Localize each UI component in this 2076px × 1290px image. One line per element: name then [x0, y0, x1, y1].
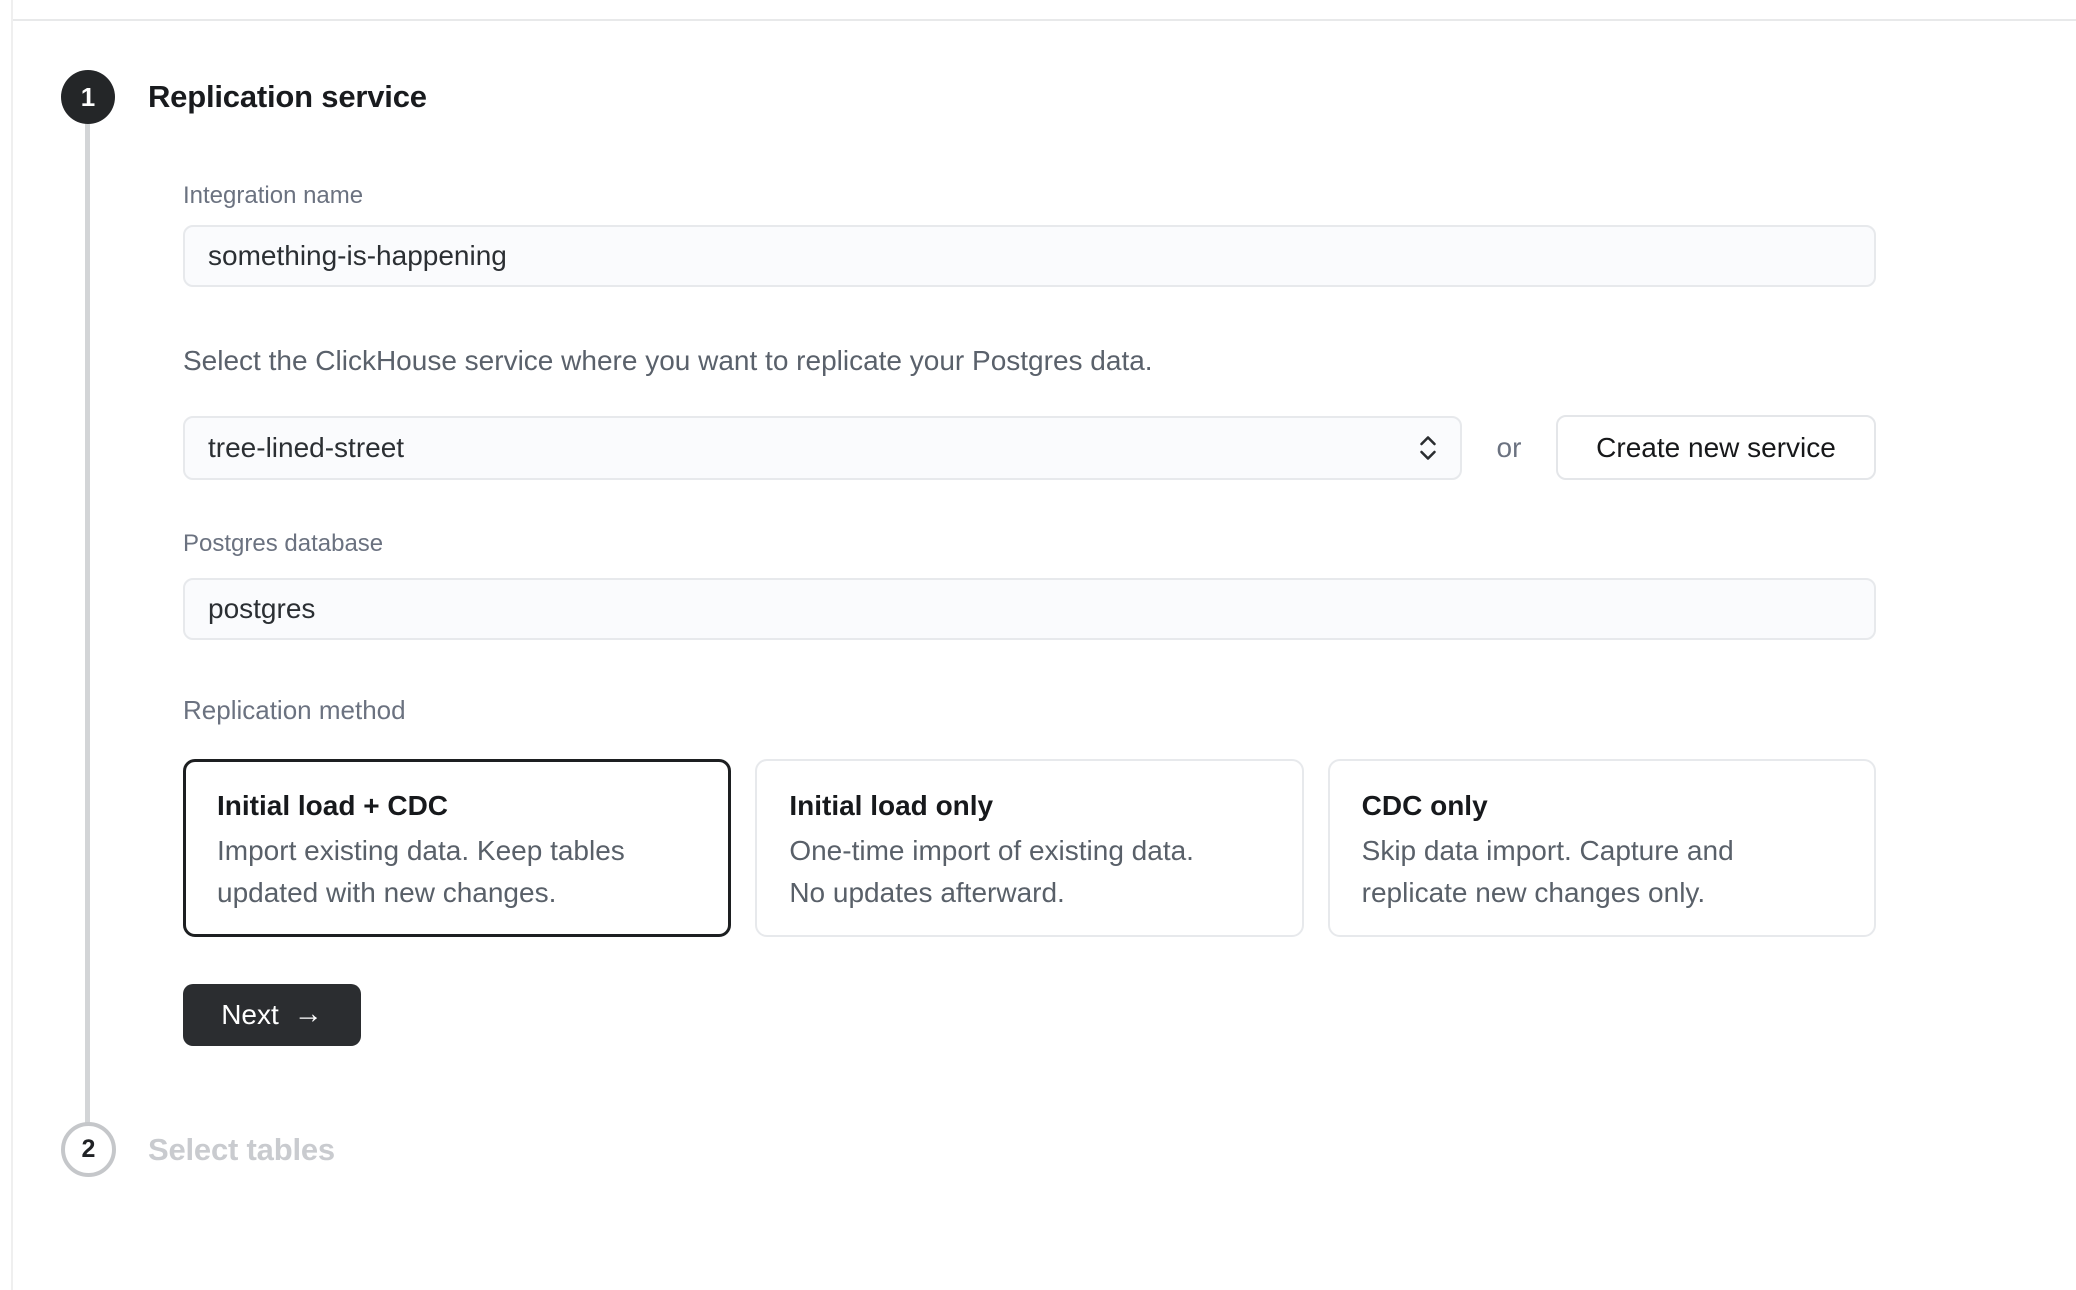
method-card-description: One-time import of existing data. No upd… — [789, 830, 1271, 914]
service-select-value: tree-lined-street — [208, 432, 404, 464]
method-card-initial-load-only[interactable]: Initial load only One-time import of exi… — [755, 759, 1303, 937]
panel-left-border — [11, 0, 13, 1290]
next-button-label: Next — [221, 999, 279, 1031]
or-label: or — [1462, 432, 1556, 464]
method-card-description: Import existing data. Keep tables update… — [217, 830, 699, 914]
step-1-title: Replication service — [148, 70, 427, 124]
step-1-indicator: 1 — [61, 70, 115, 124]
replication-service-form: Integration name Select the ClickHouse s… — [183, 181, 1876, 1046]
step-1-number: 1 — [81, 82, 95, 113]
create-new-service-button[interactable]: Create new service — [1556, 415, 1876, 480]
step-2-indicator: 2 — [61, 1122, 116, 1177]
arrow-right-icon: → — [294, 1000, 323, 1029]
replication-method-options: Initial load + CDC Import existing data.… — [183, 759, 1876, 937]
postgres-database-input[interactable] — [183, 578, 1876, 640]
method-card-cdc-only[interactable]: CDC only Skip data import. Capture and r… — [1328, 759, 1876, 937]
service-select-row: tree-lined-street or Create new service — [183, 415, 1876, 480]
method-card-title: CDC only — [1362, 787, 1844, 825]
step-2-title: Select tables — [148, 1122, 335, 1177]
method-card-title: Initial load + CDC — [217, 787, 699, 825]
method-card-description: Skip data import. Capture and replicate … — [1362, 830, 1844, 914]
stepper-connector-line — [85, 124, 90, 1123]
postgres-database-label: Postgres database — [183, 529, 1876, 559]
integration-name-label: Integration name — [183, 181, 1876, 211]
next-button[interactable]: Next → — [183, 984, 361, 1046]
chevron-up-down-icon — [1416, 434, 1440, 462]
integration-name-input[interactable] — [183, 225, 1876, 287]
service-select-description: Select the ClickHouse service where you … — [183, 344, 1876, 378]
method-card-initial-load-cdc[interactable]: Initial load + CDC Import existing data.… — [183, 759, 731, 937]
method-card-title: Initial load only — [789, 787, 1271, 825]
replication-method-label: Replication method — [183, 695, 1876, 725]
step-2-number: 2 — [82, 1135, 96, 1164]
panel-top-border — [11, 19, 2076, 21]
service-select[interactable]: tree-lined-street — [183, 416, 1462, 480]
